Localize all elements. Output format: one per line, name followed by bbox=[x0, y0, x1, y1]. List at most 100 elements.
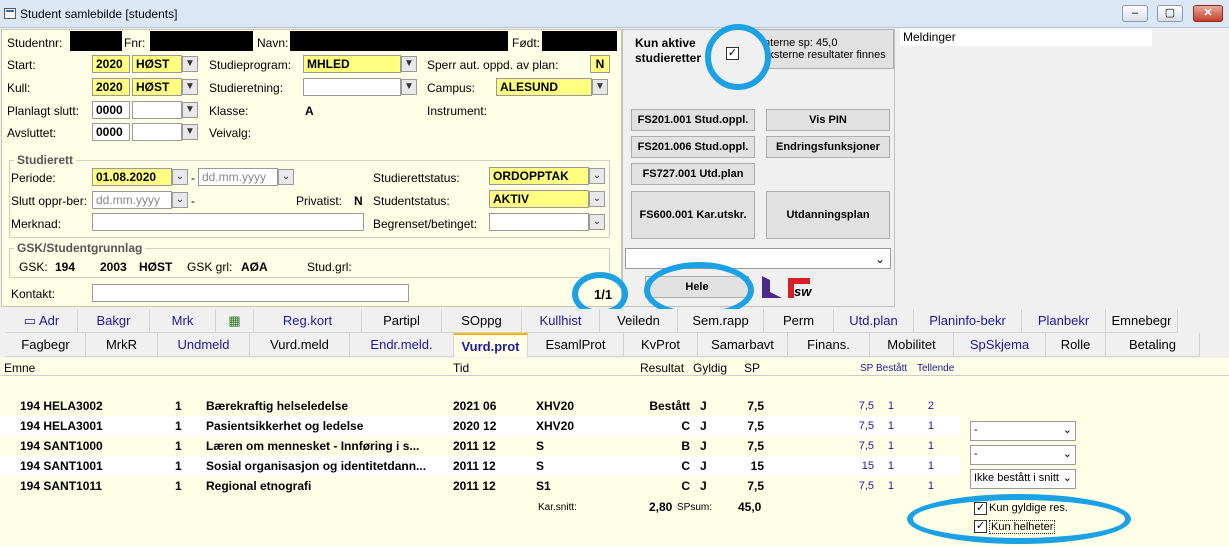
tab-row1-12[interactable]: Planinfo-bekr bbox=[914, 309, 1022, 333]
tab-row-2: Fagbegr MrkR Undmeld Vurd.meld Endr.meld. Vur… bbox=[0, 333, 1229, 357]
tab-row1-10[interactable]: Perm bbox=[764, 309, 834, 333]
cell-res: Bestått bbox=[649, 399, 690, 413]
tab-row1-11[interactable]: Utd.plan bbox=[834, 309, 914, 333]
chevron-down-icon[interactable]: ▼ bbox=[401, 56, 417, 72]
tab-row2-4[interactable]: Endr.meld. bbox=[350, 333, 454, 357]
gsk-value: 194 bbox=[55, 260, 76, 274]
studieprogram-field[interactable]: MHLED bbox=[303, 55, 401, 73]
kontakt-field[interactable] bbox=[92, 284, 409, 302]
kull-term-field[interactable]: HØST bbox=[132, 78, 182, 96]
studierettstatus-field[interactable]: ORDOPPTAK bbox=[489, 167, 589, 185]
chevron-down-icon[interactable]: ⌄ bbox=[589, 191, 605, 207]
chevron-down-icon[interactable]: ▼ bbox=[401, 79, 417, 95]
tab-row1-1[interactable]: Bakgr bbox=[78, 309, 150, 333]
tab-row1-2[interactable]: Mrk bbox=[150, 309, 216, 333]
tab-row2-11[interactable]: SpSkjema bbox=[954, 333, 1046, 357]
slutt-field[interactable]: dd.mm.yyyy bbox=[92, 191, 172, 209]
minimize-button[interactable]: – bbox=[1122, 5, 1148, 22]
cell-tid: 2021 06 bbox=[453, 399, 497, 413]
sp-ekstern: Eksterne resultater finnes bbox=[761, 49, 886, 61]
planlagt-field[interactable]: 0000 bbox=[92, 101, 130, 119]
begrenset-field[interactable] bbox=[489, 213, 589, 231]
tab-row2-6[interactable]: EsamlProt bbox=[528, 333, 624, 357]
tab-row2-7[interactable]: KvProt bbox=[624, 333, 698, 357]
start-term-field[interactable]: HØST bbox=[132, 55, 182, 73]
sperr-field[interactable]: N bbox=[590, 55, 610, 73]
vis-pin-button[interactable]: Vis PIN bbox=[766, 109, 890, 131]
chevron-down-icon[interactable]: ▼ bbox=[592, 79, 608, 95]
chevron-down-icon[interactable]: ▼ bbox=[182, 124, 198, 140]
table-row[interactable]: 194 SANT1011 1 Regional etnografi 2011 12 S1… bbox=[0, 476, 960, 496]
cell-sp2: 7,5 bbox=[858, 440, 874, 452]
tab-row1-6[interactable]: SOppg bbox=[442, 309, 522, 333]
studentnr-redacted bbox=[70, 31, 122, 51]
cell-navn: Bærekraftig helseledelse bbox=[206, 399, 349, 413]
chevron-down-icon[interactable]: ⌄ bbox=[875, 252, 885, 266]
col-tellende: Tellende bbox=[917, 363, 955, 374]
studentstatus-label: Studentstatus: bbox=[373, 194, 450, 208]
cell-navn: Regional etnografi bbox=[206, 479, 312, 493]
gsk-label: GSK: bbox=[19, 260, 48, 274]
filter-combo-3[interactable]: Ikke bestått i snitt ⌄ bbox=[970, 469, 1076, 489]
chevron-down-icon[interactable]: ⌄ bbox=[172, 169, 188, 185]
fs600-button[interactable]: FS600.001 Kar.utskr. bbox=[631, 191, 755, 239]
studierett-select[interactable] bbox=[625, 248, 891, 269]
tab-row1-14[interactable]: Emnebegr bbox=[1106, 309, 1178, 333]
table-row[interactable]: 194 SANT1001 1 Sosial organisasjon og iden… bbox=[0, 456, 960, 476]
tab-row1-8[interactable]: Veiledn bbox=[600, 309, 678, 333]
periode-to-field[interactable]: dd.mm.yyyy bbox=[198, 168, 278, 186]
tab-row1-13[interactable]: Planbekr bbox=[1022, 309, 1106, 333]
start-year-field[interactable]: 2020 bbox=[92, 55, 130, 73]
studentstatus-field[interactable]: AKTIV bbox=[489, 190, 589, 208]
table-row[interactable]: 194 HELA3002 1 Bærekraftig helseledelse 202… bbox=[0, 396, 960, 416]
avsluttet-field[interactable]: 0000 bbox=[92, 123, 130, 141]
kull-year-field[interactable]: 2020 bbox=[92, 78, 130, 96]
utdanningsplan-button[interactable]: Utdanningsplan bbox=[766, 191, 890, 239]
studieretning-field[interactable] bbox=[303, 78, 401, 96]
tab-row1-4[interactable]: Reg.kort bbox=[254, 309, 362, 333]
tab-row1-5[interactable]: Partipl bbox=[362, 309, 442, 333]
chevron-down-icon[interactable]: ⌄ bbox=[589, 168, 605, 184]
tab-row2-1[interactable]: MrkR bbox=[86, 333, 158, 357]
chevron-down-icon[interactable]: ▼ bbox=[182, 79, 198, 95]
periode-from-field[interactable]: 01.08.2020 bbox=[92, 168, 172, 186]
fs727-button[interactable]: FS727.001 Utd.plan bbox=[631, 163, 755, 185]
table-row[interactable]: 194 HELA3001 1 Pasientsikkerhet og ledelse… bbox=[0, 416, 960, 436]
maximize-button[interactable]: ▢ bbox=[1157, 5, 1183, 22]
fs201-001-button[interactable]: FS201.001 Stud.oppl. bbox=[631, 109, 755, 131]
planlagt-term-field[interactable] bbox=[132, 101, 182, 119]
close-button[interactable]: ✕ bbox=[1193, 5, 1223, 22]
fs201-006-button[interactable]: FS201.006 Stud.oppl. bbox=[631, 136, 755, 158]
klasse-label: Klasse: bbox=[209, 104, 249, 118]
chevron-down-icon[interactable]: ⌄ bbox=[278, 169, 294, 185]
merknad-field[interactable] bbox=[92, 213, 364, 231]
tab-row2-8[interactable]: Samarbavt bbox=[698, 333, 788, 357]
chevron-down-icon[interactable]: ▼ bbox=[182, 102, 198, 118]
cell-navn: Sosial organisasjon og identitetdann... bbox=[206, 459, 427, 473]
filter-combo-1[interactable]: - ⌄ bbox=[970, 421, 1076, 441]
tab-row1-0[interactable]: ▭ Adr bbox=[6, 309, 78, 333]
tab-row1-3[interactable]: ▦ bbox=[216, 309, 254, 333]
avsluttet-term-field[interactable] bbox=[132, 123, 182, 141]
tab-row2-12[interactable]: Rolle bbox=[1046, 333, 1106, 357]
tab-row1-9[interactable]: Sem.rapp bbox=[678, 309, 764, 333]
table-row[interactable]: 194 SANT1000 1 Læren om mennesket - Innfør… bbox=[0, 436, 960, 456]
tab-row2-0[interactable]: Fagbegr bbox=[6, 333, 86, 357]
tab-row1-7[interactable]: Kullhist bbox=[522, 309, 600, 333]
campus-field[interactable]: ALESUND bbox=[496, 78, 592, 96]
filter-combo-2[interactable]: - ⌄ bbox=[970, 445, 1076, 465]
col-sp2: SP bbox=[860, 363, 874, 374]
chevron-down-icon[interactable]: ⌄ bbox=[589, 214, 605, 230]
tab-row2-10[interactable]: Mobilitet bbox=[870, 333, 954, 357]
endringsfunksjoner-button[interactable]: Endringsfunksjoner bbox=[766, 136, 890, 158]
cell-tell: 1 bbox=[927, 420, 934, 432]
chevron-down-icon[interactable]: ▼ bbox=[182, 56, 198, 72]
tab-row2-5[interactable]: Vurd.prot bbox=[454, 333, 528, 357]
app-icon bbox=[4, 8, 16, 19]
tab-row2-9[interactable]: Finans. bbox=[788, 333, 870, 357]
tab-row2-3[interactable]: Vurd.meld bbox=[250, 333, 350, 357]
tab-row2-2[interactable]: Undmeld bbox=[158, 333, 250, 357]
cell-emne: 194 SANT1000 bbox=[20, 439, 103, 453]
tab-row2-13[interactable]: Betaling bbox=[1106, 333, 1200, 357]
chevron-down-icon[interactable]: ⌄ bbox=[172, 192, 188, 208]
